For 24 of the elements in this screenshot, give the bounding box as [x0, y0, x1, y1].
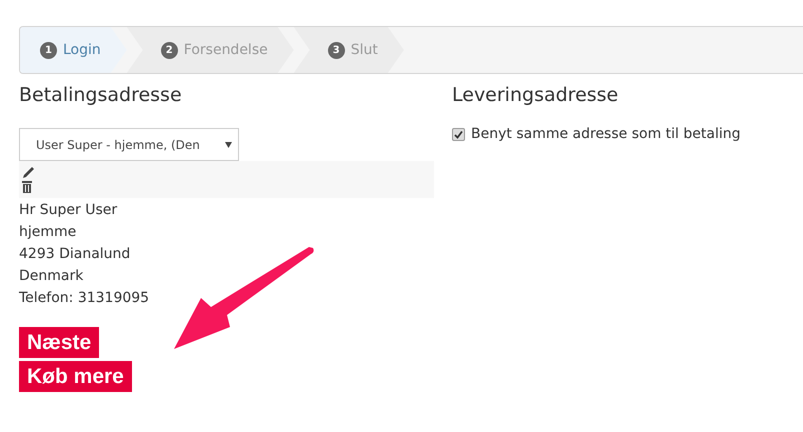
step-label: Login: [63, 42, 101, 58]
step-label: Forsendelse: [184, 42, 268, 58]
action-button[interactable]: Næste: [19, 327, 100, 358]
address-line: Telefon: 31319095: [19, 289, 150, 308]
address-select[interactable]: User Super - hjemme, (Den: [19, 128, 239, 161]
wizard-step[interactable]: 3 Slut: [294, 27, 404, 73]
trash-icon[interactable]: [21, 180, 33, 193]
billing-heading: Betalingsadresse: [19, 84, 183, 108]
step-number: 1: [40, 42, 57, 58]
pencil-icon[interactable]: [21, 166, 35, 180]
address-line: Hr Super User: [19, 201, 118, 220]
caret-icon: [225, 142, 232, 148]
action-button[interactable]: Køb mere: [19, 361, 132, 392]
delivery-heading: Leveringsadresse: [452, 84, 620, 108]
wizard-step[interactable]: 1 Login: [20, 27, 127, 73]
wizard-step[interactable]: 2 Forsendelse: [126, 27, 294, 73]
address-line: hjemme: [19, 223, 78, 242]
checkbox[interactable]: [452, 128, 465, 140]
checkbox-label: Benyt samme adresse som til betaling: [471, 126, 740, 142]
address-line: Denmark: [19, 267, 84, 286]
address-line: 4293 Dianalund: [19, 245, 132, 264]
step-label: Slut: [350, 42, 378, 58]
step-number: 3: [328, 42, 345, 58]
step-number: 2: [160, 42, 178, 58]
